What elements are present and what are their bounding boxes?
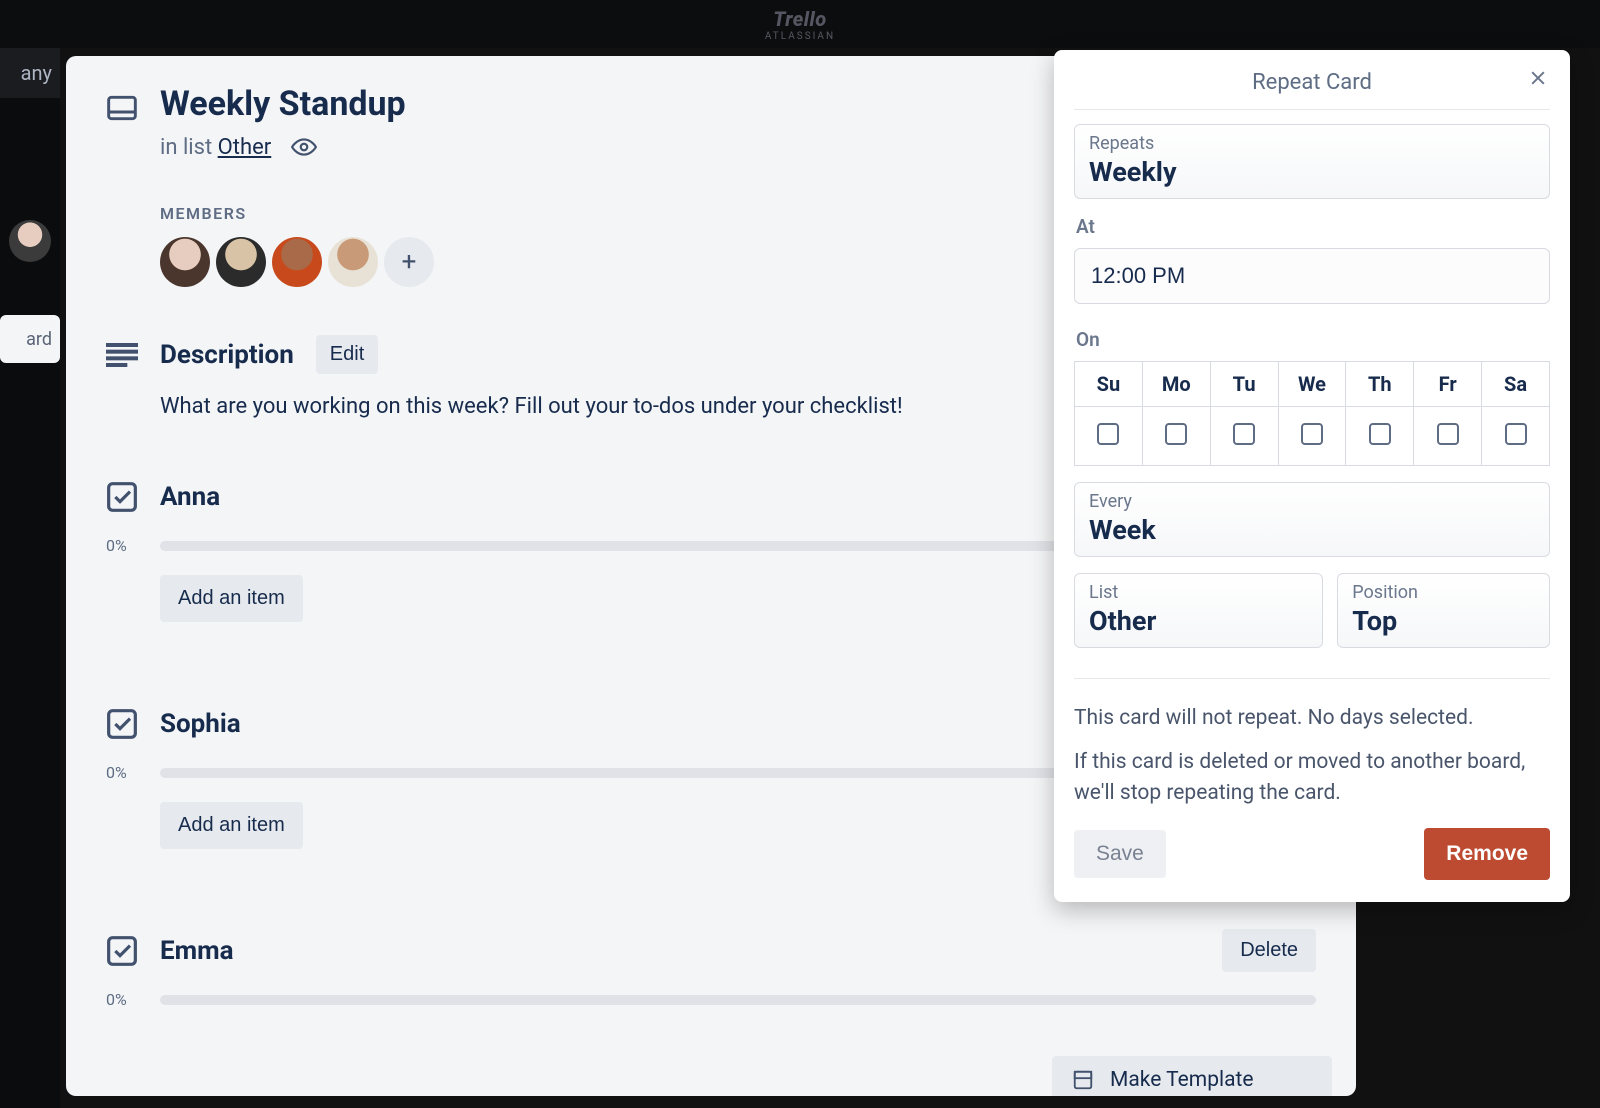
checklist-title[interactable]: Sophia bbox=[160, 709, 1200, 739]
popup-title: Repeat Card bbox=[1252, 70, 1372, 95]
remove-button[interactable]: Remove bbox=[1424, 828, 1550, 880]
checklist-percent: 0% bbox=[106, 536, 142, 555]
position-label: Position bbox=[1352, 582, 1535, 603]
list-select[interactable]: List Other bbox=[1074, 573, 1323, 648]
avatar[interactable] bbox=[216, 237, 266, 287]
list-link[interactable]: Other bbox=[218, 135, 272, 160]
watch-icon[interactable] bbox=[291, 134, 317, 160]
description-heading: Description bbox=[160, 340, 294, 370]
time-input[interactable] bbox=[1074, 248, 1550, 304]
checklist-percent: 0% bbox=[106, 990, 142, 1009]
repeat-card-popup: Repeat Card Repeats Weekly At On Su Mo T… bbox=[1054, 50, 1570, 902]
day-header: Sa bbox=[1482, 362, 1550, 407]
on-label: On bbox=[1076, 328, 1550, 351]
checklist: Emma Delete 0% bbox=[106, 929, 1316, 1009]
days-table: Su Mo Tu We Th Fr Sa bbox=[1074, 361, 1550, 466]
checklist-icon bbox=[106, 708, 138, 740]
add-member-button[interactable]: + bbox=[384, 237, 434, 287]
checklist-progress-bar bbox=[160, 995, 1316, 1005]
position-select[interactable]: Position Top bbox=[1337, 573, 1550, 648]
board-tab-fragment: any bbox=[0, 48, 60, 98]
checklist-icon bbox=[106, 935, 138, 967]
list-value: Other bbox=[1089, 605, 1308, 637]
in-list-text: in list Other bbox=[160, 135, 271, 160]
list-label: List bbox=[1089, 582, 1308, 603]
day-header: Tu bbox=[1210, 362, 1278, 407]
checklist-icon bbox=[106, 481, 138, 513]
avatar[interactable] bbox=[272, 237, 322, 287]
repeats-label: Repeats bbox=[1089, 133, 1535, 154]
day-header: Th bbox=[1346, 362, 1414, 407]
day-header: Mo bbox=[1142, 362, 1210, 407]
day-checkbox-fr[interactable] bbox=[1437, 423, 1459, 445]
day-checkbox-sa[interactable] bbox=[1505, 423, 1527, 445]
repeats-select[interactable]: Repeats Weekly bbox=[1074, 124, 1550, 199]
board-card-fragment: ard bbox=[0, 315, 60, 363]
add-checklist-item-button[interactable]: Add an item bbox=[160, 802, 303, 849]
position-value: Top bbox=[1352, 605, 1535, 637]
description-icon bbox=[106, 343, 138, 367]
day-header: Fr bbox=[1414, 362, 1482, 407]
brand-logo: Trello ATLASSIAN bbox=[765, 7, 835, 42]
every-value: Week bbox=[1089, 514, 1535, 546]
every-label: Every bbox=[1089, 491, 1535, 512]
make-template-label: Make Template bbox=[1110, 1068, 1254, 1092]
brand-subtitle: ATLASSIAN bbox=[765, 31, 835, 42]
at-label: At bbox=[1076, 215, 1550, 238]
divider bbox=[1074, 109, 1550, 110]
template-icon bbox=[1072, 1069, 1094, 1091]
day-checkbox-mo[interactable] bbox=[1165, 423, 1187, 445]
avatar[interactable] bbox=[328, 237, 378, 287]
avatar[interactable] bbox=[160, 237, 210, 287]
app-topbar: Trello ATLASSIAN bbox=[0, 0, 1600, 48]
close-icon[interactable] bbox=[1528, 68, 1548, 88]
repeats-value: Weekly bbox=[1089, 156, 1535, 188]
brand-name: Trello bbox=[765, 7, 835, 31]
day-checkbox-su[interactable] bbox=[1097, 423, 1119, 445]
delete-checklist-button[interactable]: Delete bbox=[1222, 929, 1316, 972]
edit-description-button[interactable]: Edit bbox=[316, 335, 378, 374]
repeat-warning-1: This card will not repeat. No days selec… bbox=[1074, 703, 1550, 733]
checklist-percent: 0% bbox=[106, 763, 142, 782]
checklist-title[interactable]: Anna bbox=[160, 482, 1200, 512]
card-title[interactable]: Weekly Standup bbox=[160, 84, 406, 124]
day-checkbox-tu[interactable] bbox=[1233, 423, 1255, 445]
add-checklist-item-button[interactable]: Add an item bbox=[160, 575, 303, 622]
board-member-fragment bbox=[0, 220, 60, 262]
make-template-button[interactable]: Make Template bbox=[1052, 1056, 1332, 1096]
day-checkbox-th[interactable] bbox=[1369, 423, 1391, 445]
day-header: Su bbox=[1075, 362, 1143, 407]
divider bbox=[1074, 678, 1550, 679]
day-header: We bbox=[1278, 362, 1346, 407]
save-button[interactable]: Save bbox=[1074, 830, 1166, 878]
card-icon bbox=[106, 92, 138, 124]
every-select[interactable]: Every Week bbox=[1074, 482, 1550, 557]
day-checkbox-we[interactable] bbox=[1301, 423, 1323, 445]
repeat-warning-2: If this card is deleted or moved to anot… bbox=[1074, 747, 1550, 808]
checklist-title[interactable]: Emma bbox=[160, 936, 1200, 966]
